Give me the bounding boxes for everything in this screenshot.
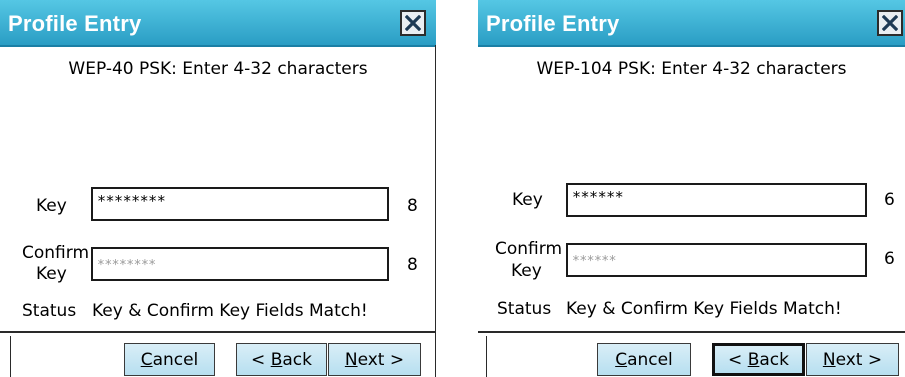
profile-entry-dialog-wep40: Profile Entry WEP-40 PSK: Enter 4-32 cha… — [0, 0, 436, 377]
confirm-label: Confirm — [22, 243, 90, 263]
confirm-key-input[interactable]: ******** — [91, 247, 389, 281]
dialog-title: Profile Entry — [8, 11, 142, 36]
left-edge-line — [10, 336, 11, 377]
next-button[interactable]: Next > — [806, 343, 899, 376]
next-button[interactable]: Next > — [328, 343, 421, 376]
key-label: Key — [512, 190, 543, 210]
back-button[interactable]: < Back — [712, 343, 805, 376]
divider — [478, 331, 905, 333]
status-text: Key & Confirm Key Fields Match! — [566, 299, 842, 319]
left-edge-line — [486, 336, 487, 377]
psk-hint: WEP-40 PSK: Enter 4-32 characters — [68, 59, 368, 79]
close-button[interactable] — [877, 10, 903, 36]
status-label: Status — [497, 299, 552, 319]
key-input[interactable]: ****** — [566, 183, 867, 217]
right-edge-line — [435, 45, 436, 377]
key-input-value: ******** — [97, 192, 166, 210]
confirm-label-line2: Key — [36, 264, 67, 284]
confirm-key-input[interactable]: ****** — [566, 243, 867, 277]
psk-hint: WEP-104 PSK: Enter 4-32 characters — [536, 59, 847, 79]
title-bar: Profile Entry — [0, 0, 436, 47]
confirm-label: Confirm — [495, 239, 563, 259]
confirm-label-line2: Key — [511, 261, 542, 281]
cancel-button[interactable]: Cancel — [124, 343, 215, 376]
profile-entry-dialog-wep104: Profile Entry WEP-104 PSK: Enter 4-32 ch… — [478, 0, 905, 377]
confirm-char-count: 8 — [407, 255, 418, 275]
key-input-value: ****** — [572, 188, 624, 206]
confirm-char-count: 6 — [884, 249, 895, 269]
close-button[interactable] — [400, 10, 426, 36]
divider — [0, 331, 436, 333]
key-input[interactable]: ******** — [91, 187, 389, 221]
confirm-key-input-value: ****** — [572, 254, 616, 269]
key-label: Key — [36, 196, 67, 216]
dialog-title: Profile Entry — [486, 11, 620, 36]
close-x-icon — [882, 15, 898, 31]
cancel-button[interactable]: Cancel — [597, 343, 691, 376]
confirm-key-input-value: ******** — [97, 258, 156, 273]
status-label: Status — [22, 301, 77, 321]
key-char-count: 8 — [407, 196, 418, 216]
status-text: Key & Confirm Key Fields Match! — [92, 301, 368, 321]
key-char-count: 6 — [884, 190, 895, 210]
close-x-icon — [405, 15, 421, 31]
title-bar: Profile Entry — [478, 0, 905, 47]
back-button[interactable]: < Back — [236, 343, 327, 376]
